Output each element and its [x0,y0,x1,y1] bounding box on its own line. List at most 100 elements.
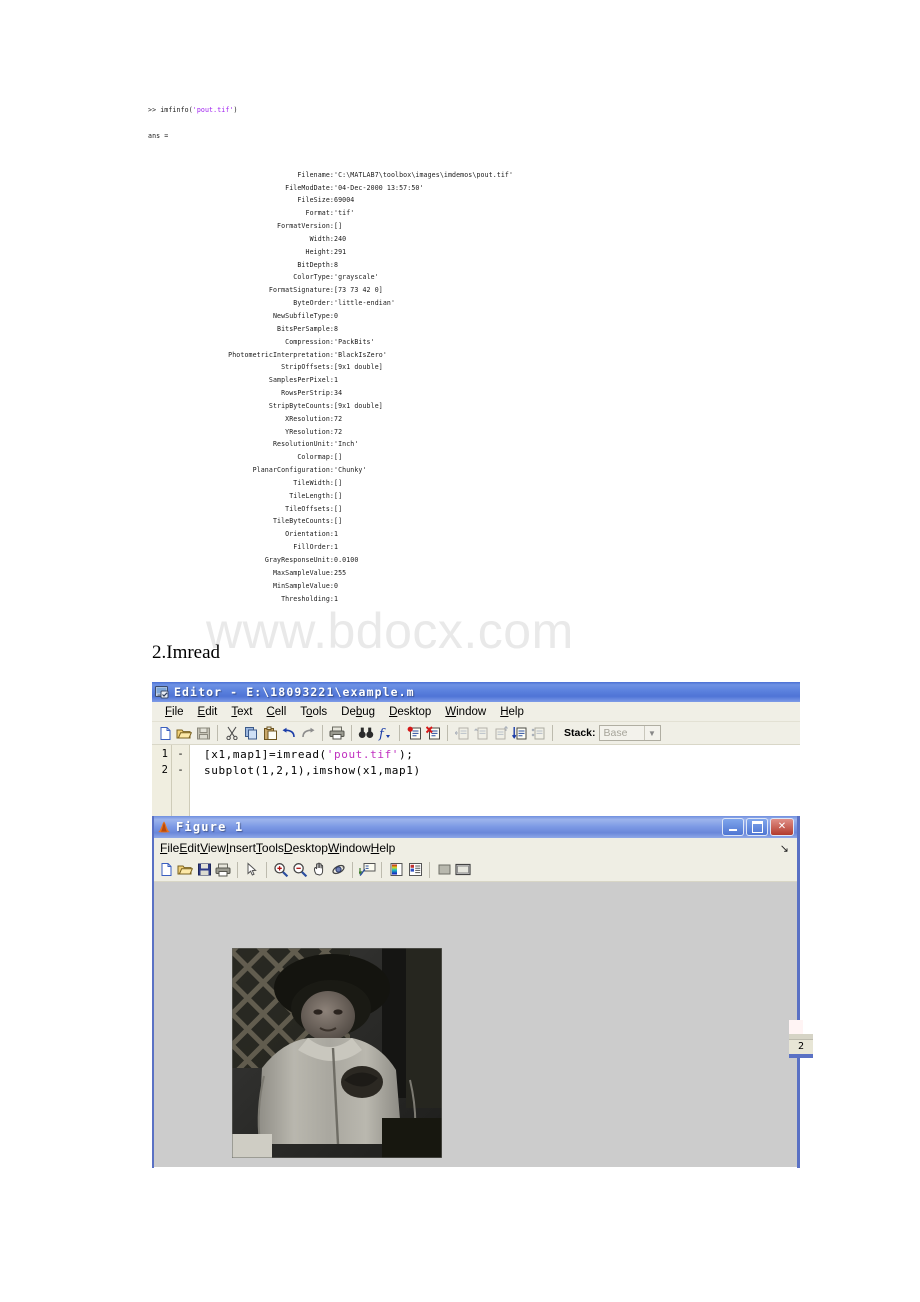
menu-item-desktop[interactable]: Desktop [382,706,438,718]
new-figure-icon[interactable] [157,861,175,879]
menu-item-view[interactable]: View [200,841,226,855]
print-icon[interactable] [328,724,346,742]
menu-item-help[interactable]: Help [493,706,531,718]
step-in-icon[interactable] [453,724,471,742]
struct-field-name: XResolution: [285,414,334,423]
struct-field-value: 72 [334,427,343,436]
struct-field-row: BitsPerSample: 8 [148,323,513,336]
step-icon[interactable] [472,724,490,742]
rotate-3d-icon[interactable] [329,861,347,879]
open-folder-icon[interactable] [175,724,193,742]
stack-value: Base [603,727,628,739]
editor-breakpoint-gutter[interactable]: -- [172,745,190,822]
sliver-highlight [789,1020,803,1034]
menu-item-tools[interactable]: Tools [256,841,284,855]
menu-item-insert[interactable]: Insert [226,841,256,855]
menu-item-debug[interactable]: Debug [334,706,382,718]
struct-field-value: 34 [334,389,343,398]
copy-icon[interactable] [242,724,260,742]
struct-field-name: SamplesPerPixel: [268,376,334,385]
continue-icon[interactable] [510,724,528,742]
new-file-icon[interactable] [156,724,174,742]
stack-combobox[interactable]: Base ▼ [598,725,661,741]
code-line[interactable]: subplot(1,2,1),imshow(x1,map1) [204,763,800,779]
cut-scissors-icon[interactable] [223,724,241,742]
menu-item-edit[interactable]: Edit [179,841,200,855]
toolbar-separator [429,861,430,878]
menu-item-tools[interactable]: Tools [293,706,334,718]
figure-plot-canvas[interactable] [154,882,797,1167]
breakpoint-marker[interactable]: - [172,763,189,779]
matlab-console-output: >> imfinfo('pout.tif') ans = Filename: 'C… [148,104,788,605]
toolbar-separator [237,861,238,878]
line-number: 1 [161,748,168,760]
set-breakpoint-icon[interactable] [405,724,423,742]
plot-browser-icon[interactable] [406,861,424,879]
insert-colorbar-icon[interactable] [387,861,405,879]
editor-code-area[interactable]: 1 2 -- [x1,map1]=imread('pout.tif'); subpl… [152,745,800,822]
struct-field-value: 72 [334,414,343,423]
figure-titlebar[interactable]: Figure 1 ✕ [154,816,797,838]
struct-field-value: 1 [334,543,339,552]
pan-hand-icon[interactable] [310,861,328,879]
hide-plot-tools-icon[interactable] [435,861,453,879]
save-icon[interactable] [194,724,212,742]
pointer-arrow-icon[interactable] [243,861,261,879]
menubar-overflow-icon[interactable]: ↘ [780,842,789,855]
menu-item-window[interactable]: Window [328,841,371,855]
menu-item-file[interactable]: File [158,706,191,718]
code-line[interactable]: [x1,map1]=imread('pout.tif'); [204,747,800,763]
editor-titlebar[interactable]: Editor - E:\18093221\example.m [152,682,800,702]
breakpoint-marker[interactable]: - [172,747,189,763]
toolbar-separator [217,725,218,741]
close-button[interactable]: ✕ [770,818,794,836]
maximize-button[interactable] [746,818,768,836]
struct-field-value: 291 [334,247,347,256]
struct-field-name: RowsPerStrip: [281,389,334,398]
exit-debug-icon[interactable] [529,724,547,742]
zoom-in-icon[interactable] [272,861,290,879]
struct-field-row: ResolutionUnit: 'Inch' [148,438,513,451]
clear-breakpoints-icon[interactable] [424,724,442,742]
menu-item-cell[interactable]: Cell [259,706,293,718]
step-out-icon[interactable] [491,724,509,742]
struct-field-value: [] [334,453,343,462]
menu-item-help[interactable]: Help [371,841,396,855]
struct-field-name: Height: [305,247,334,256]
menu-item-desktop[interactable]: Desktop [284,841,328,855]
show-plot-tools-icon[interactable] [454,861,472,879]
page-section-heading: 2.Imread [152,642,221,663]
struct-field-row: NewSubfileType: 0 [148,310,513,323]
struct-field-row: TileWidth:[] [148,477,513,490]
struct-field-value: '04-Dec-2000 13:57:50' [334,183,424,192]
zoom-out-icon[interactable] [291,861,309,879]
struct-field-value: [73 73 42 0] [334,286,383,295]
struct-field-name: BitDepth: [297,260,334,269]
insert-legend-icon[interactable] [358,861,376,879]
console-command-argument: 'pout.tif' [192,106,234,114]
minimize-button[interactable] [722,818,744,836]
print-icon[interactable] [214,861,232,879]
struct-field-row: FileModDate: '04-Dec-2000 13:57:50' [148,182,513,195]
page-watermark: www.bdocx.com [206,603,574,659]
editor-source-code[interactable]: [x1,map1]=imread('pout.tif'); subplot(1,2… [190,745,800,822]
menu-item-file[interactable]: File [160,841,179,855]
code-text: subplot(1,2,1),imshow(x1,map1) [204,763,421,777]
struct-field-row: TileLength:[] [148,490,513,503]
struct-field-row: XResolution: 72 [148,413,513,426]
save-icon[interactable] [195,861,213,879]
struct-field-value: 8 [334,324,339,333]
undo-arrow-icon[interactable] [280,724,298,742]
menu-item-edit[interactable]: Edit [191,706,225,718]
redo-arrow-icon[interactable] [299,724,317,742]
open-folder-icon[interactable] [176,861,194,879]
menu-item-window[interactable]: Window [438,706,493,718]
struct-field-name: TileOffsets: [285,504,334,513]
menu-item-text[interactable]: Text [224,706,259,718]
struct-field-row: Width: 240 [148,233,513,246]
paste-icon[interactable] [261,724,279,742]
chevron-down-icon[interactable]: ▼ [643,726,660,740]
find-binoculars-icon[interactable] [357,724,375,742]
function-browser-icon[interactable]: f [376,724,394,742]
line-number: 2 [161,763,168,776]
